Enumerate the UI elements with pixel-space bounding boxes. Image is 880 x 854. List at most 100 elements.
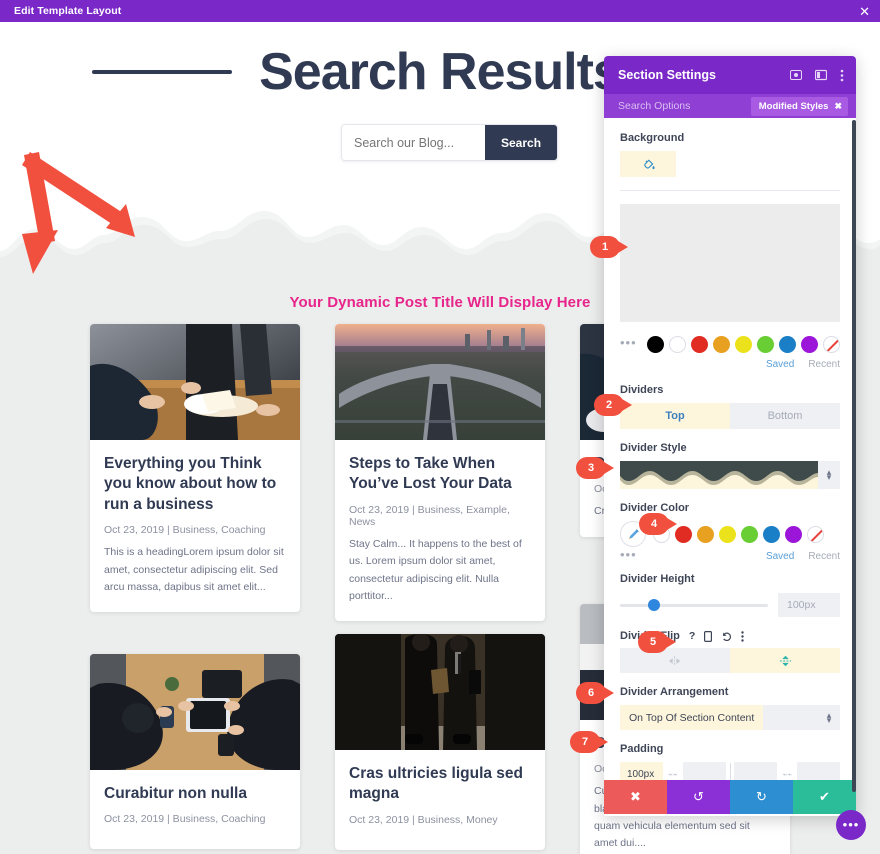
card-image <box>335 634 545 750</box>
color-swatch-green[interactable] <box>757 336 774 353</box>
search-input[interactable] <box>342 125 485 160</box>
divider-style-preview[interactable] <box>620 461 818 489</box>
panel-body: Background ••• Saved Recent Dividers Top… <box>604 118 856 816</box>
color-swatch-blue[interactable] <box>763 525 780 543</box>
background-label: Background <box>620 132 685 144</box>
divider-arrangement-label: Divider Arrangement <box>620 686 729 698</box>
blog-card[interactable]: Curabitur non nulla Oct 23, 2019 | Busin… <box>90 654 300 850</box>
background-palette: ••• <box>620 336 840 353</box>
page-title: Edit Template Layout <box>14 5 122 17</box>
divider-height-slider[interactable] <box>620 599 768 611</box>
search-button[interactable]: Search <box>485 125 558 160</box>
color-swatch-yellow[interactable] <box>735 336 752 353</box>
divider-arrangement-select[interactable]: On Top Of Section Content ▴ ▾ <box>620 705 840 730</box>
annotation-marker-4: 4 <box>639 513 677 535</box>
color-swatch-yellow[interactable] <box>719 525 736 543</box>
annotation-marker-label: 5 <box>649 636 657 648</box>
paint-bucket-icon[interactable] <box>620 151 676 177</box>
blog-search-form: Search <box>341 124 559 161</box>
card-body: Everything you Think you know about how … <box>90 440 300 612</box>
undo-icon[interactable] <box>721 631 732 642</box>
dividers-label: Dividers <box>620 384 664 396</box>
card-meta: Oct 23, 2019 | Business, Example, News <box>349 503 510 528</box>
annotation-marker-label: 6 <box>587 687 595 699</box>
color-swatch-black[interactable] <box>647 336 664 353</box>
color-swatch-red[interactable] <box>691 336 708 353</box>
card-meta: Oct 23, 2019 | Business, Money <box>349 813 498 826</box>
color-swatch-red[interactable] <box>675 525 692 543</box>
color-swatch-none[interactable] <box>807 525 824 543</box>
panel-subheader: Search Options Modified Styles ✖ <box>604 94 856 118</box>
color-swatch-blue[interactable] <box>779 336 796 353</box>
annotation-marker-6: 6 <box>576 682 614 704</box>
background-preview[interactable] <box>620 204 840 322</box>
search-options-input[interactable]: Search Options <box>618 100 690 112</box>
divider-flip-horizontal[interactable] <box>620 648 730 673</box>
layout-icon[interactable] <box>815 69 827 81</box>
blog-card[interactable]: Cras ultricies ligula sed magna Oct 23, … <box>335 634 545 850</box>
kebab-menu-icon[interactable] <box>741 630 745 642</box>
question-mark-icon[interactable]: ? <box>689 630 695 642</box>
saved-tab[interactable]: Saved <box>766 359 794 370</box>
ellipsis-icon: ••• <box>842 817 860 832</box>
save-button[interactable]: ✔ <box>793 780 856 814</box>
card-title: Steps to Take When You’ve Lost Your Data <box>349 455 512 493</box>
stepper-updown-icon[interactable]: ▴ ▾ <box>818 710 840 724</box>
divider-style-label: Divider Style <box>620 442 687 454</box>
annotation-marker-1: 1 <box>590 236 628 258</box>
recent-tab[interactable]: Recent <box>808 551 840 562</box>
color-swatch-purple[interactable] <box>785 525 802 543</box>
dividers-bottom-tab[interactable]: Bottom <box>730 403 840 429</box>
panel-footer: ✖ ↺ ↻ ✔ <box>604 780 856 814</box>
link-icon[interactable]: ⌁⌁ <box>777 770 797 779</box>
saved-tab[interactable]: Saved <box>766 551 794 562</box>
panel-scrollbar[interactable] <box>852 120 856 792</box>
blog-card[interactable]: Everything you Think you know about how … <box>90 324 300 613</box>
annotation-marker-5: 5 <box>638 631 676 653</box>
card-body: Curabitur non nulla Oct 23, 2019 | Busin… <box>90 770 300 849</box>
color-swatch-orange[interactable] <box>713 336 730 353</box>
undo-button[interactable]: ↺ <box>667 780 730 814</box>
card-excerpt: Stay Calm... It happens to the best of u… <box>349 537 522 602</box>
panel-title: Section Settings <box>618 68 716 82</box>
card-body: Steps to Take When You’ve Lost Your Data… <box>335 440 545 621</box>
card-excerpt: This is a headingLorem ipsum dolor sit a… <box>104 546 284 593</box>
annotation-marker-3: 3 <box>576 457 614 479</box>
mobile-icon[interactable] <box>704 630 713 642</box>
card-meta: Oct 23, 2019 | Business, Coaching <box>104 813 266 826</box>
color-swatch-green[interactable] <box>741 525 758 543</box>
redo-button[interactable]: ↻ <box>730 780 793 814</box>
cancel-button[interactable]: ✖ <box>604 780 667 814</box>
close-icon[interactable]: ✖ <box>834 101 842 112</box>
slider-knob[interactable] <box>648 599 661 611</box>
divider-flip-vertical[interactable] <box>730 648 840 673</box>
recent-tab[interactable]: Recent <box>808 359 840 370</box>
divider-style-row: ▴ ▾ <box>620 461 840 489</box>
background-swatch-row <box>620 151 840 177</box>
color-swatch-purple[interactable] <box>801 336 818 353</box>
close-icon[interactable]: ✕ <box>859 5 870 18</box>
target-icon[interactable] <box>790 69 802 81</box>
divider-height-input[interactable]: 100px <box>778 593 840 617</box>
section-settings-panel: Section Settings Search Options Modified… <box>604 56 856 816</box>
blog-card[interactable]: Steps to Take When You’ve Lost Your Data… <box>335 324 545 622</box>
color-swatch-white[interactable] <box>669 336 686 353</box>
divider-height-row: 100px <box>620 593 840 617</box>
ellipsis-icon[interactable]: ••• <box>620 336 642 350</box>
modified-styles-badge[interactable]: Modified Styles ✖ <box>750 96 848 116</box>
annotation-marker-label: 2 <box>605 399 613 411</box>
kebab-menu-icon[interactable] <box>840 69 844 82</box>
card-title: Cras ultricies ligula sed magna <box>349 765 524 803</box>
builder-fab-button[interactable]: ••• <box>836 810 866 840</box>
color-swatch-none[interactable] <box>823 336 840 353</box>
dividers-top-tab[interactable]: Top <box>620 403 730 429</box>
screenshot-root: Edit Template Layout ✕ Search Results Se… <box>0 0 880 854</box>
top-admin-bar: Edit Template Layout ✕ <box>0 0 880 22</box>
dividers-tabs: Top Bottom <box>620 403 840 429</box>
stepper-updown-icon[interactable]: ▴ ▾ <box>818 461 840 489</box>
color-swatch-orange[interactable] <box>697 525 714 543</box>
ellipsis-icon[interactable]: ••• <box>620 548 644 562</box>
divider-arrangement-value: On Top Of Section Content <box>620 705 764 730</box>
link-icon[interactable]: ⌁⌁ <box>663 770 683 779</box>
padding-label: Padding <box>620 743 664 755</box>
